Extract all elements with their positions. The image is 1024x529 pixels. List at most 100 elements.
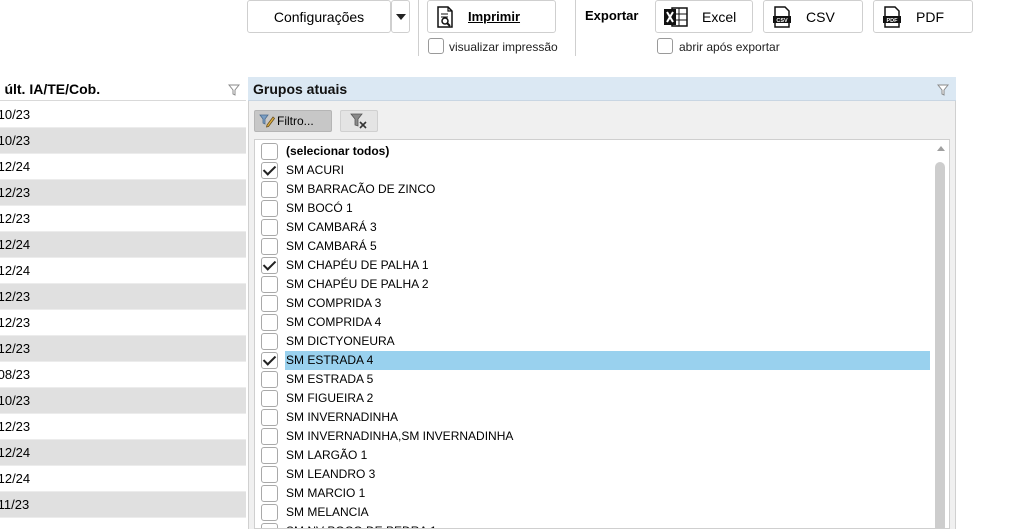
item-checkbox[interactable] [261, 409, 278, 426]
item-checkbox[interactable] [261, 504, 278, 521]
item-checkbox[interactable] [261, 523, 278, 528]
csv-export-button[interactable]: CSV CSV [763, 0, 863, 33]
table-row[interactable]: /12/23 [0, 310, 246, 336]
table-row[interactable]: /10/23 [0, 128, 246, 154]
list-item[interactable]: SM CAMBARÁ 5 [255, 237, 931, 256]
item-checkbox[interactable] [261, 466, 278, 483]
list-item[interactable]: SM LEANDRO 3 [255, 465, 931, 484]
item-label: SM LEANDRO 3 [286, 467, 376, 481]
clear-filter-icon [350, 113, 368, 129]
list-item[interactable]: (selecionar todos) [255, 142, 931, 161]
configuracoes-label: Configurações [273, 8, 365, 25]
item-label: SM FIGUEIRA 2 [286, 391, 374, 405]
table-row[interactable]: /08/23 [0, 362, 246, 388]
item-label: SM COMPRIDA 3 [286, 296, 382, 310]
open-after-export-checkbox[interactable] [657, 38, 673, 54]
table-row[interactable]: /11/23 [0, 492, 246, 518]
item-checkbox[interactable] [261, 200, 278, 217]
list-item[interactable]: SM CAMBARÁ 3 [255, 218, 931, 237]
item-label: SM BARRACÃO DE ZINCO [286, 182, 436, 196]
list-item[interactable]: SM COMPRIDA 3 [255, 294, 931, 313]
item-label: SM NV POÇO DE PEDRA 1 [286, 522, 437, 528]
excel-export-button[interactable]: Excel [655, 0, 753, 33]
list-item[interactable]: SM CHAPÉU DE PALHA 1 [255, 256, 931, 275]
item-label: SM ESTRADA 4 [286, 353, 374, 367]
print-label: Imprimir [468, 9, 521, 24]
clear-filter-button[interactable] [340, 110, 378, 132]
item-checkbox[interactable] [261, 390, 278, 407]
print-button[interactable]: Imprimir [427, 0, 556, 33]
list-item[interactable]: SM ESTRADA 4 [255, 351, 931, 370]
item-checkbox[interactable] [261, 352, 278, 369]
item-checkbox[interactable] [261, 295, 278, 312]
excel-label: Excel [702, 8, 737, 25]
list-item[interactable]: SM CHAPÉU DE PALHA 2 [255, 275, 931, 294]
configuracoes-button[interactable]: Configurações [247, 0, 391, 33]
list-item[interactable]: SM LARGÃO 1 [255, 446, 931, 465]
date-cell: /12/24 [0, 159, 31, 174]
item-checkbox[interactable] [261, 371, 278, 388]
list-item[interactable]: SM MARCIO 1 [255, 484, 931, 503]
pdf-export-button[interactable]: PDF PDF [873, 0, 973, 33]
filter-funnel-icon[interactable] [227, 83, 241, 96]
item-label: (selecionar todos) [286, 144, 390, 158]
table-row[interactable]: /12/24 [0, 466, 246, 492]
preview-checkbox[interactable] [428, 38, 444, 54]
list-item[interactable]: SM COMPRIDA 4 [255, 313, 931, 332]
groups-checkbox-list[interactable]: (selecionar todos) SM ACURI SM BARRACÃO DE… [254, 139, 950, 529]
csv-badge-text: CSV [776, 18, 788, 24]
item-checkbox[interactable] [261, 238, 278, 255]
filter-funnel-icon[interactable] [936, 83, 950, 96]
item-label: SM MARCIO 1 [286, 486, 366, 500]
list-item[interactable]: SM BOCÓ 1 [255, 199, 931, 218]
table-row[interactable]: /12/23 [0, 336, 246, 362]
list-item[interactable]: SM ESTRADA 5 [255, 370, 931, 389]
list-item[interactable]: SM ACURI [255, 161, 931, 180]
item-checkbox[interactable] [261, 162, 278, 179]
date-cell: /12/23 [0, 341, 31, 356]
item-checkbox[interactable] [261, 447, 278, 464]
list-item[interactable]: SM INVERNADINHA,SM INVERNADINHA [255, 427, 931, 446]
item-label: SM ACURI [286, 163, 345, 177]
item-label: SM CHAPÉU DE PALHA 2 [286, 277, 429, 291]
grupos-atuais-header[interactable]: Grupos atuais [248, 77, 956, 101]
pdf-badge-text: PDF [887, 18, 899, 24]
item-checkbox[interactable] [261, 276, 278, 293]
table-row[interactable]: /12/23 [0, 414, 246, 440]
table-row[interactable]: /12/23 [0, 284, 246, 310]
list-item[interactable]: SM BARRACÃO DE ZINCO [255, 180, 931, 199]
configuracoes-dropdown-button[interactable] [391, 0, 410, 33]
list-item[interactable]: SM DICTYONEURA [255, 332, 931, 351]
list-item[interactable]: SM INVERNADINHA [255, 408, 931, 427]
table-row[interactable]: /12/24 [0, 440, 246, 466]
list-item[interactable]: SM MELANCIA [255, 503, 931, 522]
table-row[interactable]: /10/23 [0, 388, 246, 414]
list-item[interactable]: SM FIGUEIRA 2 [255, 389, 931, 408]
table-row[interactable]: /12/24 [0, 232, 246, 258]
date-cell: /08/23 [0, 367, 31, 382]
filter-pencil-icon [259, 114, 276, 128]
date-column-header[interactable]: t. últ. IA/TE/Cob. [0, 77, 246, 101]
table-row[interactable]: /12/24 [0, 154, 246, 180]
item-checkbox[interactable] [261, 257, 278, 274]
vertical-scrollbar-thumb[interactable] [935, 162, 945, 528]
item-checkbox[interactable] [261, 219, 278, 236]
item-checkbox[interactable] [261, 485, 278, 502]
csv-file-icon: CSV [772, 5, 792, 28]
item-checkbox[interactable] [261, 181, 278, 198]
scroll-up-arrow-icon[interactable] [937, 146, 945, 151]
item-label: SM MELANCIA [286, 505, 369, 519]
item-label: SM DICTYONEURA [286, 334, 395, 348]
item-checkbox[interactable] [261, 143, 278, 160]
table-row[interactable]: /10/23 [0, 102, 246, 128]
list-item[interactable]: SM NV POÇO DE PEDRA 1 [255, 522, 931, 528]
item-checkbox[interactable] [261, 314, 278, 331]
print-preview-icon [436, 5, 454, 28]
item-checkbox[interactable] [261, 333, 278, 350]
filter-edit-button[interactable]: Filtro... [254, 110, 332, 132]
table-row[interactable]: /12/23 [0, 206, 246, 232]
item-checkbox[interactable] [261, 428, 278, 445]
open-after-export-label: abrir após exportar [679, 40, 780, 54]
table-row[interactable]: /12/24 [0, 258, 246, 284]
table-row[interactable]: /12/23 [0, 180, 246, 206]
